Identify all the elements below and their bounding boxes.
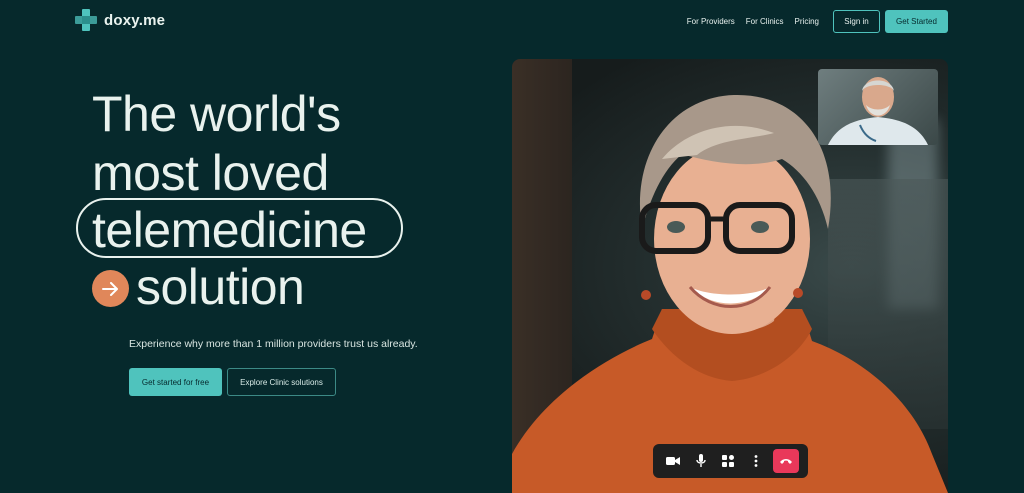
doxy-logo-icon [75, 9, 97, 31]
more-icon[interactable] [745, 450, 767, 472]
get-started-button[interactable]: Get Started [885, 10, 948, 33]
apps-icon[interactable] [717, 450, 739, 472]
microphone-icon[interactable] [690, 450, 712, 472]
explore-clinic-solutions-button[interactable]: Explore Clinic solutions [227, 368, 336, 396]
end-call-icon[interactable] [773, 449, 800, 473]
headline-line-3: telemedicine [92, 202, 367, 258]
doctor-video-thumbnail[interactable] [818, 69, 938, 145]
call-toolbar [653, 444, 808, 478]
hero-subtitle: Experience why more than 1 million provi… [129, 338, 418, 350]
logo-text: doxy.me [104, 11, 166, 29]
camera-icon[interactable] [662, 450, 684, 472]
arrow-right-icon [92, 270, 129, 307]
headline-line-1: The world's [92, 86, 341, 142]
nav-link-for-clinics[interactable]: For Clinics [746, 17, 784, 26]
doctor-image [828, 77, 928, 145]
logo[interactable]: doxy.me [75, 9, 165, 31]
video-call-preview [512, 59, 948, 493]
top-nav: For Providers For Clinics Pricing Sign i… [687, 10, 948, 33]
sign-in-button[interactable]: Sign in [833, 10, 880, 33]
headline-line-4: solution [136, 259, 305, 315]
get-started-free-button[interactable]: Get started for free [129, 368, 222, 396]
nav-link-pricing[interactable]: Pricing [795, 17, 819, 26]
nav-link-for-providers[interactable]: For Providers [687, 17, 735, 26]
headline-line-2: most loved [92, 145, 329, 201]
page: doxy.me For Providers For Clinics Pricin… [0, 0, 1024, 493]
